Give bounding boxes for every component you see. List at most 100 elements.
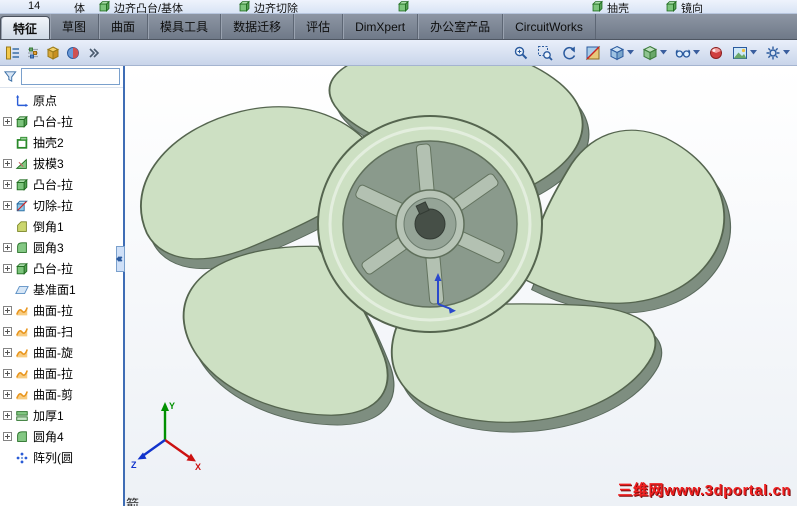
tree-item-11[interactable]: 曲面-扫	[0, 321, 123, 342]
boss-icon	[15, 178, 29, 192]
feature-command-icon[interactable]	[397, 0, 410, 13]
tree-item-label: 曲面-拉	[33, 367, 73, 381]
expand-plus-icon[interactable]	[3, 117, 12, 126]
view-settings-icon[interactable]	[763, 44, 792, 62]
tree-item-0[interactable]: 原点	[0, 90, 123, 111]
panel-collapse-handle[interactable]	[115, 246, 125, 272]
tree-item-6[interactable]: 倒角1	[0, 216, 123, 237]
view-orientation-icon[interactable]	[607, 44, 636, 62]
feature-command-label[interactable]: 14	[28, 0, 40, 12]
tree-item-15[interactable]: 加厚1	[0, 405, 123, 426]
ribbon-tab-7[interactable]: 办公室产品	[418, 14, 504, 39]
tree-item-17[interactable]: 阵列(圆	[0, 447, 123, 468]
triad-y-label: Y	[169, 401, 175, 411]
hide-show-items-icon[interactable]	[673, 44, 702, 62]
main-area: 原点 凸台-拉 抽壳2 拔模3 凸台-拉 切除-拉 倒角1 圆角3 凸台-拉 基准面1 曲面-拉 曲面…	[0, 66, 797, 506]
ribbon-tab-2[interactable]: 曲面	[99, 14, 149, 39]
solidworks-window: 14 体 边齐凸台/基体 边齐切除 抽壳 镜向 特征 草图 曲面 模具工具 数据迁移 评估 DimXp…	[0, 0, 797, 506]
feature-command-label[interactable]: 镜向	[681, 0, 703, 13]
panel-tab-icons	[5, 45, 101, 61]
feature-command-icon[interactable]	[591, 0, 604, 13]
expand-plus-icon[interactable]	[3, 159, 12, 168]
tree-item-3[interactable]: 拔模3	[0, 153, 123, 174]
ribbon-tab-1[interactable]: 草图	[50, 14, 100, 39]
tree-item-label: 切除-拉	[33, 199, 73, 213]
ribbon-tab-4[interactable]: 数据迁移	[221, 14, 295, 39]
filter-funnel-icon	[3, 69, 18, 84]
expand-plus-icon[interactable]	[3, 369, 12, 378]
tree-item-label: 凸台-拉	[33, 178, 73, 192]
expand-plus-icon[interactable]	[3, 201, 12, 210]
expand-plus-icon[interactable]	[3, 432, 12, 441]
expand-plus-icon[interactable]	[3, 180, 12, 189]
tree-item-label: 曲面-旋	[33, 346, 73, 360]
tree-item-13[interactable]: 曲面-拉	[0, 363, 123, 384]
secondary-toolbar	[0, 40, 797, 66]
featuremanager-tab-icon[interactable]	[5, 45, 21, 61]
zoom-to-area-icon[interactable]	[535, 44, 555, 62]
ribbon-tab-5[interactable]: 评估	[294, 14, 344, 39]
tree-item-14[interactable]: 曲面-剪	[0, 384, 123, 405]
expand-plus-icon[interactable]	[3, 411, 12, 420]
tree-filter-input[interactable]	[21, 68, 120, 85]
surface-icon	[15, 346, 29, 360]
pattern-icon	[15, 451, 29, 465]
tree-item-label: 凸台-拉	[33, 115, 73, 129]
expand-plus-icon[interactable]	[3, 390, 12, 399]
tree-item-label: 曲面-扫	[33, 325, 73, 339]
display-style-icon[interactable]	[640, 44, 669, 62]
tree-item-16[interactable]: 圆角4	[0, 426, 123, 447]
tree-item-12[interactable]: 曲面-旋	[0, 342, 123, 363]
tree-item-label: 原点	[33, 94, 58, 108]
tree-item-label: 曲面-拉	[33, 304, 73, 318]
feature-command-label[interactable]: 边齐切除	[254, 0, 298, 13]
expand-plus-icon[interactable]	[3, 264, 12, 273]
tree-item-7[interactable]: 圆角3	[0, 237, 123, 258]
tree-item-label: 基准面1	[33, 283, 76, 297]
previous-view-icon[interactable]	[559, 44, 579, 62]
watermark: 三维网www.3dportal.cn	[617, 482, 791, 499]
feature-command-icon[interactable]	[98, 0, 111, 13]
ribbon-tab-3[interactable]: 模具工具	[148, 14, 222, 39]
section-view-icon[interactable]	[583, 44, 603, 62]
tree-item-2[interactable]: 抽壳2	[0, 132, 123, 153]
feature-command-label[interactable]: 边齐凸台/基体	[114, 0, 183, 13]
expand-plus-icon[interactable]	[3, 243, 12, 252]
tree-item-label: 圆角4	[33, 430, 64, 444]
apply-scene-icon[interactable]	[730, 44, 759, 62]
expand-plus-icon[interactable]	[3, 348, 12, 357]
configurationmanager-tab-icon[interactable]	[45, 45, 61, 61]
panel-overflow-icon[interactable]	[85, 45, 101, 61]
expand-plus-icon[interactable]	[3, 327, 12, 336]
fan-hub	[317, 115, 543, 333]
feature-command-icon[interactable]	[665, 0, 678, 13]
tree-item-4[interactable]: 凸台-拉	[0, 174, 123, 195]
tree-item-9[interactable]: 基准面1	[0, 279, 123, 300]
propertymanager-tab-icon[interactable]	[25, 45, 41, 61]
tree-item-8[interactable]: 凸台-拉	[0, 258, 123, 279]
zoom-to-fit-icon[interactable]	[511, 44, 531, 62]
cut-icon	[15, 199, 29, 213]
feature-command-label[interactable]: 体	[74, 0, 85, 13]
surface-icon	[15, 304, 29, 318]
feature-command-label[interactable]: 抽壳	[607, 0, 629, 13]
ribbon-tab-0[interactable]: 特征	[0, 16, 51, 39]
tree-item-5[interactable]: 切除-拉	[0, 195, 123, 216]
tree-item-label: 拔模3	[33, 157, 64, 171]
edit-appearance-icon[interactable]	[706, 44, 726, 62]
boss-icon	[15, 115, 29, 129]
feature-command-icon[interactable]	[238, 0, 251, 13]
shell-icon	[15, 136, 29, 150]
tree-item-10[interactable]: 曲面-拉	[0, 300, 123, 321]
boss-icon	[15, 262, 29, 276]
displaymanager-tab-icon[interactable]	[65, 45, 81, 61]
tree-item-label: 阵列(圆	[33, 451, 73, 465]
ribbon-tab-6[interactable]: DimXpert	[343, 14, 419, 39]
viewport-3d[interactable]: Y X Z 箭... 三维网www.3dportal.cn	[125, 66, 797, 506]
tree-item-label: 抽壳2	[33, 136, 64, 150]
ribbon-tab-8[interactable]: CircuitWorks	[503, 14, 596, 39]
fillet-icon	[15, 241, 29, 255]
expand-plus-icon[interactable]	[3, 306, 12, 315]
tree-item-1[interactable]: 凸台-拉	[0, 111, 123, 132]
plane-icon	[15, 283, 29, 297]
